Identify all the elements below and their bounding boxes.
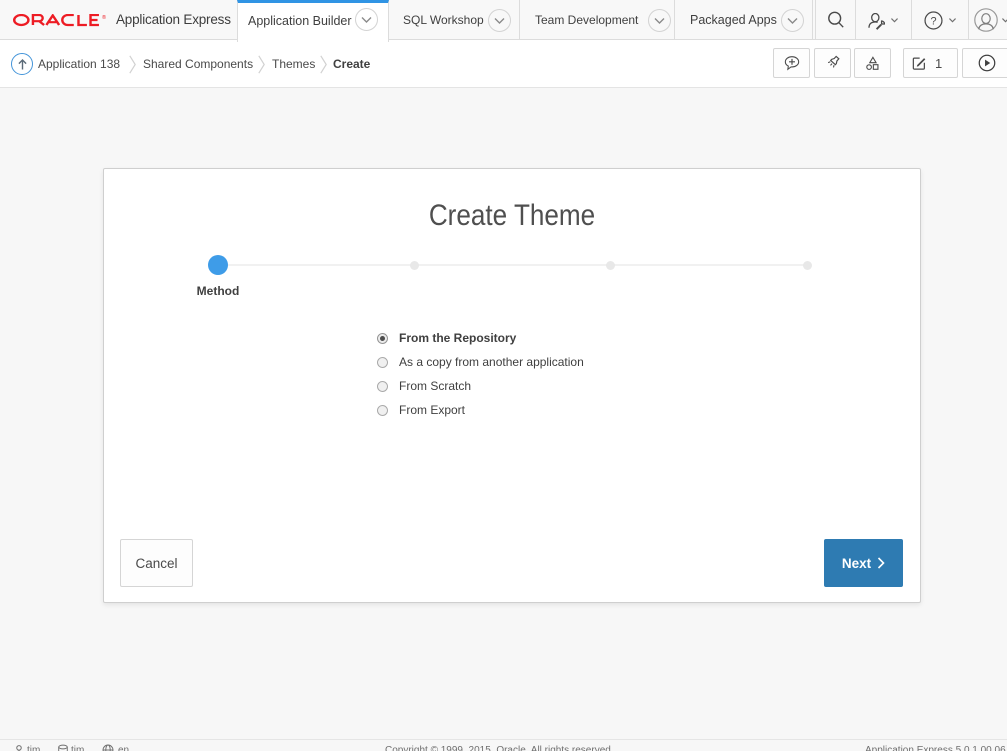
svg-text:?: ? xyxy=(930,15,936,27)
svg-text:®: ® xyxy=(102,14,106,21)
